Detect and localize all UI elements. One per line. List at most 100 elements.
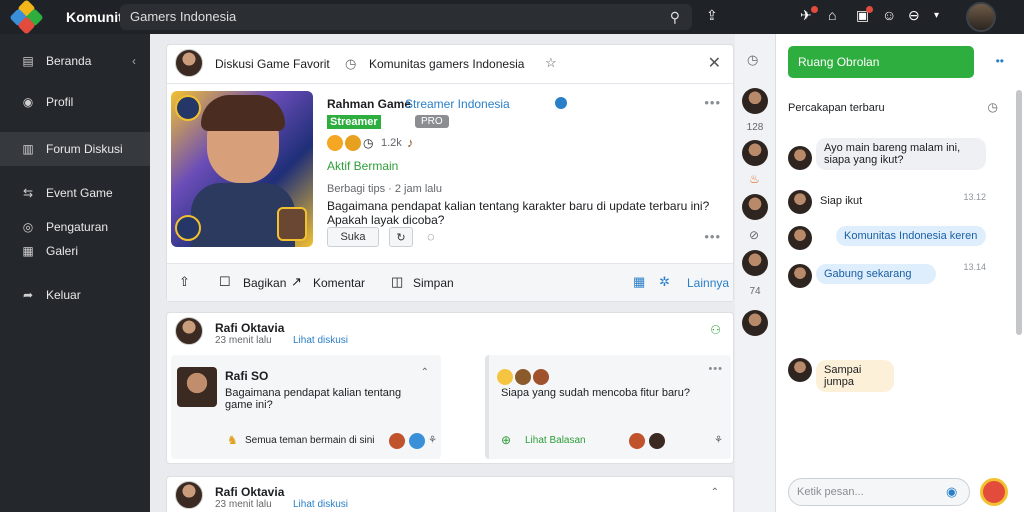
action-share[interactable]: Bagikan	[243, 276, 286, 290]
trophy-icon: ♪	[407, 135, 414, 150]
globe-icon[interactable]: ✲	[659, 274, 670, 290]
chat-avatar[interactable]	[788, 358, 812, 382]
chevron-down-icon[interactable]: ▾	[934, 10, 939, 21]
chat-message-text: Gabung sekarang	[824, 268, 912, 280]
star-icon[interactable]: ☆	[545, 55, 557, 71]
online-user-avatar[interactable]	[742, 310, 768, 336]
chat-options-icon[interactable]: ••	[996, 54, 1004, 68]
chat-icon: ◫	[391, 274, 404, 289]
comment-bubble-icon[interactable]: ◌	[427, 229, 435, 244]
post3-link[interactable]: Lihat diskusi	[293, 499, 348, 510]
reply-button[interactable]: ↻	[389, 227, 413, 247]
action-comment[interactable]: Komentar	[313, 276, 365, 290]
chat-avatar[interactable]	[788, 146, 812, 170]
character-hair	[201, 95, 285, 131]
author-avatar[interactable]	[175, 481, 203, 509]
group-icon[interactable]: ⚇	[710, 323, 721, 337]
sidebar-item-label: Keluar	[46, 288, 81, 302]
emoji-icon	[515, 369, 531, 385]
upload-icon[interactable]: ⇪	[706, 7, 718, 24]
chevron-up-icon[interactable]: ⌃	[421, 367, 429, 378]
reaction-count: 1.2k	[381, 137, 402, 149]
emoji-picker-icon[interactable]	[980, 478, 1008, 506]
sidebar-item-label: Profil	[46, 95, 74, 109]
post-author[interactable]: Rahman Game	[327, 97, 411, 111]
emoji-icon	[409, 433, 425, 449]
sidebar-item-label: Galeri	[46, 244, 79, 258]
sidebar: ▤ Beranda ‹ ◉ Profil ▥ Forum Diskusi ⇆ E…	[0, 34, 150, 512]
more-options-icon[interactable]: •••	[708, 363, 723, 375]
fire-icon: ♞	[227, 433, 238, 447]
notification-icon[interactable]: ✈	[800, 7, 812, 24]
online-count: 74	[749, 286, 761, 297]
sidebar-item-logout[interactable]: ➦ Keluar	[0, 278, 150, 312]
like-button[interactable]: Suka	[327, 227, 379, 247]
comment-icon[interactable]: ☐	[219, 274, 231, 290]
chat-avatar[interactable]	[788, 190, 812, 214]
chat-message: Gabung sekarang	[816, 264, 936, 284]
event-icon: ⇆	[22, 186, 34, 200]
sidebar-item-forum[interactable]: ▥ Forum Diskusi	[0, 132, 150, 166]
app-logo[interactable]	[9, 0, 44, 35]
sidebar-item-label: Forum Diskusi	[46, 142, 123, 156]
post2-link[interactable]: Lihat diskusi	[293, 335, 348, 346]
emoji-icon[interactable]	[345, 135, 361, 151]
post2-meta: 23 menit lalu	[215, 335, 272, 346]
share-icon[interactable]: ⚘	[714, 435, 723, 446]
post-header-avatar[interactable]	[175, 49, 203, 77]
action-more[interactable]: Lainnya	[687, 276, 729, 290]
online-user-avatar[interactable]	[742, 140, 768, 166]
arrow-icon: ↗	[291, 274, 302, 289]
search-icon[interactable]: ⚲	[670, 9, 680, 26]
chat-time: 13.12	[963, 192, 986, 202]
message-input[interactable]: Ketik pesan...	[788, 478, 970, 506]
sidebar-item-events[interactable]: ⇆ Event Game	[0, 176, 150, 210]
clock-icon[interactable]: ◷	[747, 52, 758, 68]
user-avatar[interactable]	[966, 2, 996, 32]
calendar-icon[interactable]: ▦	[633, 274, 645, 290]
more-options-icon[interactable]: •••	[704, 95, 721, 110]
chat-avatar[interactable]	[788, 226, 812, 250]
reply-body: Bagaimana pendapat kalian tentang game i…	[225, 387, 402, 411]
sidebar-item-home[interactable]: ▤ Beranda ‹	[0, 44, 150, 78]
settings-icon[interactable]: ⊖	[908, 7, 920, 24]
search-bar[interactable]: Gamers Indonesia ⚲	[120, 4, 692, 30]
home-icon[interactable]: ⌂	[828, 7, 836, 23]
post3-author[interactable]: Rafi Oktavia	[215, 485, 284, 499]
more-options-icon[interactable]: •••	[704, 229, 721, 244]
chat-avatar[interactable]	[788, 264, 812, 288]
friends-icon[interactable]: ☺	[882, 7, 896, 23]
reply-icon: ↻	[396, 231, 406, 244]
author-avatar[interactable]	[175, 317, 203, 345]
chat-scrollbar[interactable]	[1016, 90, 1022, 335]
reply-card-right[interactable]: Siapa yang sudah mencoba fitur baru? •••…	[485, 355, 731, 459]
verified-icon	[555, 97, 567, 109]
close-icon[interactable]: ✕	[708, 53, 721, 73]
clock-icon: ◷	[345, 56, 357, 71]
streak-icon: ♨	[749, 172, 760, 186]
game-character-image[interactable]	[171, 91, 313, 247]
chat-time: 13.14	[963, 262, 986, 272]
emoji-icon[interactable]	[327, 135, 343, 151]
table-icon: ▦	[22, 244, 34, 258]
sidebar-item-profile[interactable]: ◉ Profil	[0, 85, 150, 119]
online-user-avatar[interactable]	[742, 250, 768, 276]
chevron-up-icon[interactable]: ⌃	[711, 487, 719, 498]
collapse-icon[interactable]: ‹	[132, 54, 136, 68]
online-user-avatar[interactable]	[742, 194, 768, 220]
settings-icon[interactable]: ◷	[988, 100, 998, 114]
send-icon[interactable]: ◉	[946, 484, 957, 500]
sidebar-item-gallery[interactable]: ▦ Galeri	[0, 234, 150, 268]
reply-footer-2[interactable]: Lihat Balasan	[525, 435, 586, 446]
chat-panel: Ruang Obrolan •• Percakapan terbaru ◷ Ay…	[775, 34, 1024, 512]
post2-author[interactable]: Rafi Oktavia	[215, 321, 284, 335]
post3-meta: 23 menit lalu	[215, 499, 272, 510]
reply-card-left[interactable]: Rafi SO Bagaimana pendapat kalian tentan…	[171, 355, 441, 459]
chat-room-button[interactable]: Ruang Obrolan	[788, 46, 974, 78]
reply-body-2: Siapa yang sudah mencoba fitur baru?	[501, 387, 690, 399]
online-user-avatar[interactable]	[742, 88, 768, 114]
action-save[interactable]: Simpan	[413, 276, 454, 290]
divider	[167, 83, 733, 84]
upvote-icon[interactable]: ⇧	[179, 274, 190, 290]
share-icon[interactable]: ⚘	[428, 435, 437, 446]
